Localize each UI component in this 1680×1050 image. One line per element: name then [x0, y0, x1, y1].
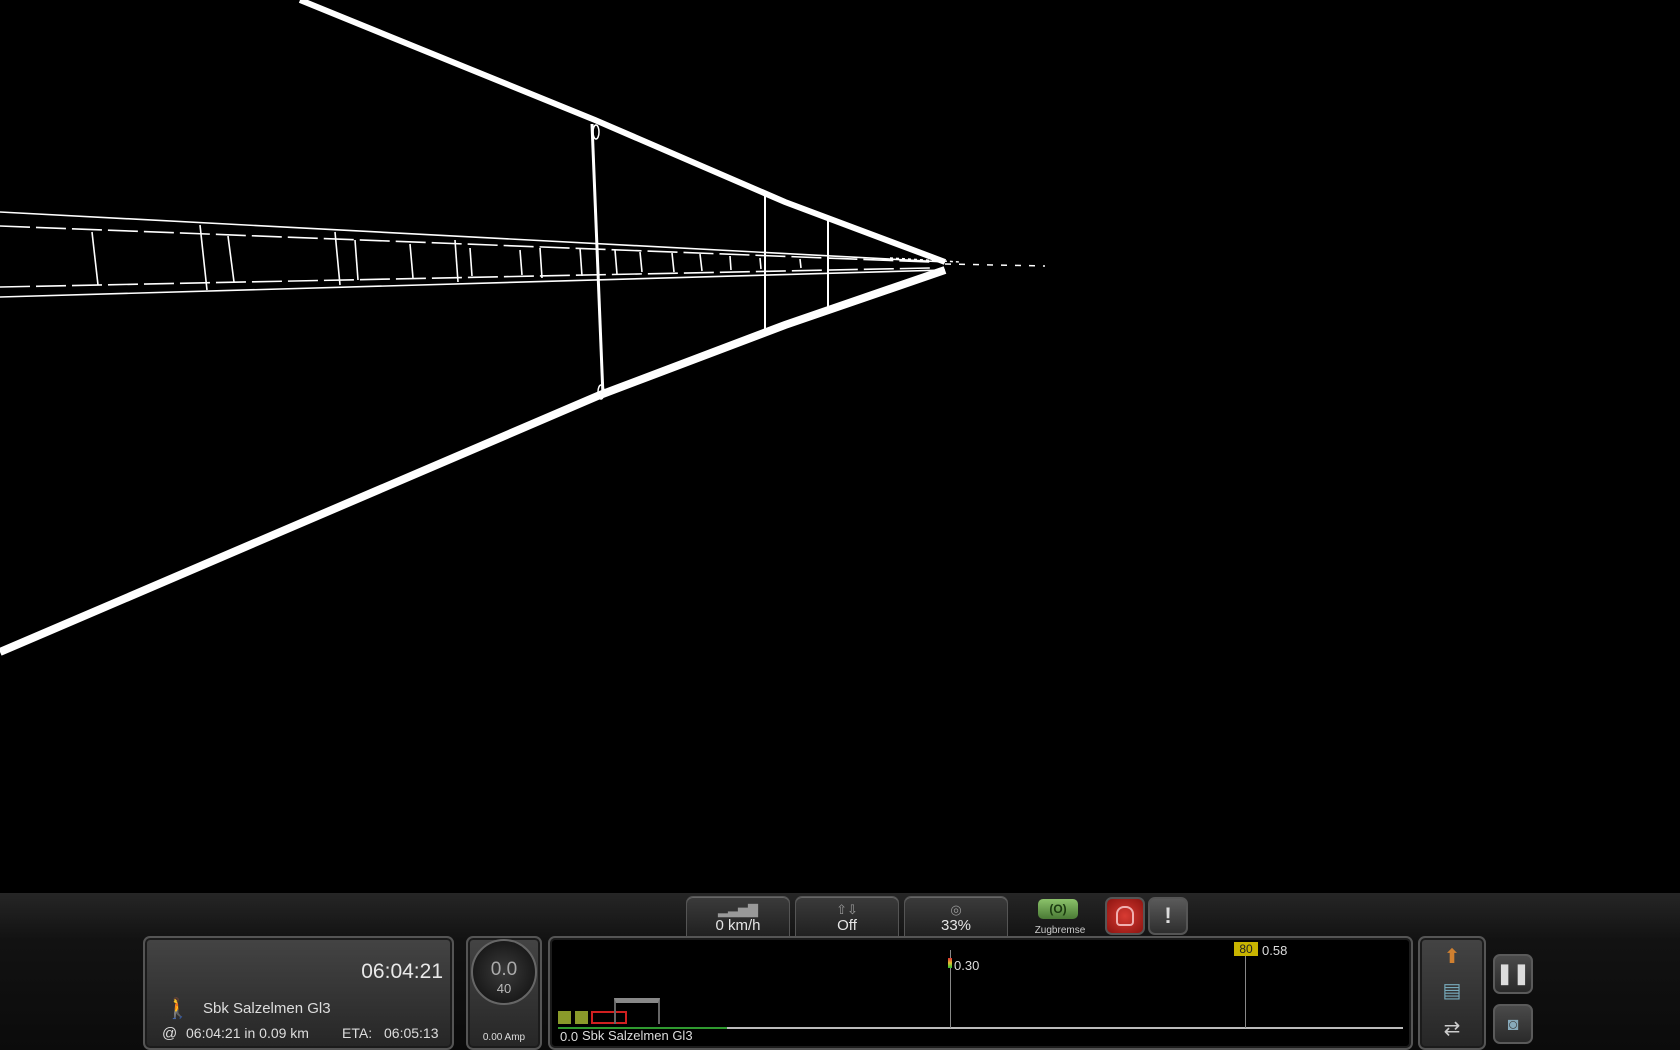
couple-toggle[interactable]: ⇧⇩ Off [795, 896, 899, 939]
speedometer-panel: 0.0 40 0.00 Amp [466, 936, 542, 1050]
amperage-value: 0.00 Amp [482, 1032, 526, 1043]
arrows-up-down-icon: ⇧⇩ [836, 902, 858, 917]
clock-time: 06:04:21 [361, 960, 443, 983]
at-symbol: @ [162, 1025, 178, 1042]
speed-sign-distance: 0.58 [1262, 943, 1288, 958]
couple-label: Off [837, 917, 857, 934]
speed-sign-marker-line [1245, 950, 1246, 1028]
destination-name: Sbk Salzelmen Gl3 [203, 1000, 331, 1017]
signal-icon [948, 958, 952, 968]
exclamation-icon: ! [1164, 903, 1172, 928]
camera-icon: ◙ [1507, 1014, 1519, 1034]
upload-icon[interactable]: ⬆ [1432, 944, 1472, 970]
task-info-panel: 06:04:21 🚶 Sbk Salzelmen Gl3 @ 06:04:21 … [143, 936, 454, 1050]
track-start-distance: 0.0 [560, 1029, 579, 1044]
train-brake-label: Zugbremse [1034, 925, 1086, 936]
hud-bar: ▂▃▅▇ 0 km/h ⇧⇩ Off ◎ 33% (O) Zugbremse !… [0, 893, 1680, 1050]
track-station-name: Sbk Salzelmen Gl3 [582, 1028, 693, 1043]
camera-controls-panel: ⬆ ▤ ⇄ [1418, 936, 1486, 1050]
consist-car-2 [575, 1011, 588, 1024]
pause-icon: ❚❚ [1496, 963, 1530, 985]
speed-limit-sign: 80 [1234, 942, 1258, 956]
eta-value: 06:05:13 [384, 1025, 439, 1041]
speed-limit-label: 0 km/h [715, 917, 761, 934]
camera-button[interactable]: ◙ [1493, 1004, 1533, 1044]
switch-arrows-icon[interactable]: ⇄ [1432, 1016, 1472, 1042]
walking-person-icon: 🚶 [165, 998, 190, 1020]
consist-car-1 [558, 1011, 571, 1024]
viewport-3d-scene[interactable] [0, 0, 1680, 893]
station-platform-icon [614, 998, 660, 1024]
pause-button[interactable]: ❚❚ [1493, 954, 1533, 994]
alert-button[interactable]: ! [1148, 897, 1188, 935]
throttle-label: 33% [940, 917, 972, 934]
signal-distance: 0.30 [954, 958, 980, 973]
hand-stop-icon [1116, 906, 1134, 926]
speed-dial: 0.0 40 [471, 939, 537, 1005]
document-icon[interactable]: ▤ [1432, 978, 1472, 1004]
train-brake-icon: (O) [1038, 899, 1078, 919]
arrival-time-distance: 06:04:21 in 0.09 km [186, 1025, 309, 1041]
signal-bars-icon: ▂▃▅▇ [718, 902, 758, 917]
track-overview-panel[interactable]: 0.0 Sbk Salzelmen Gl3 0.30 80 0.58 [548, 936, 1413, 1050]
speed-limit-value: 40 [496, 981, 512, 996]
gauge-icon: ◎ [950, 902, 962, 917]
emergency-brake-button[interactable] [1105, 897, 1145, 935]
train-brake-indicator[interactable]: (O) Zugbremse [1032, 895, 1085, 941]
speed-limit-indicator[interactable]: ▂▃▅▇ 0 km/h [686, 896, 790, 939]
throttle-indicator[interactable]: ◎ 33% [904, 896, 1008, 939]
eta-label: ETA: [342, 1025, 373, 1041]
speed-value: 0.0 [490, 959, 518, 980]
